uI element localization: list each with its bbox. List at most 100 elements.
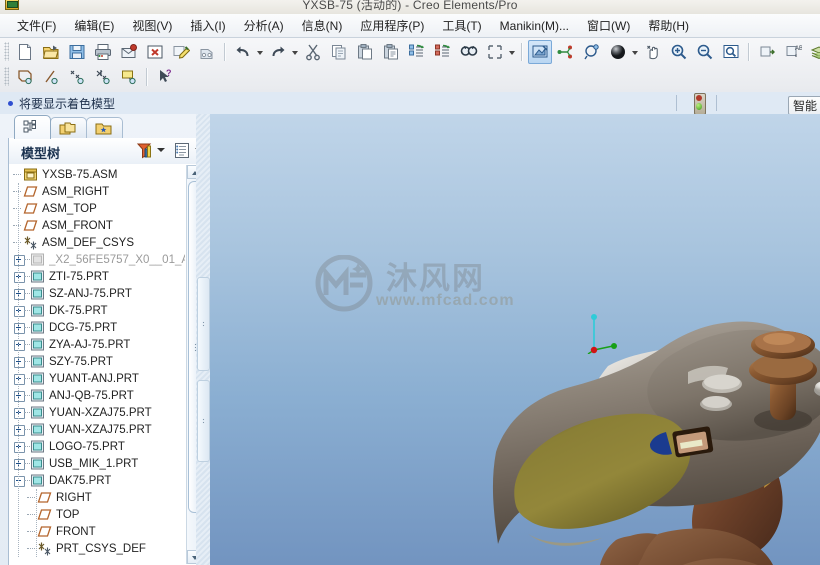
tree-item[interactable]: ASM_DEF_CSYS — [9, 234, 185, 251]
edit-sketch-icon[interactable] — [169, 40, 193, 64]
toolbar-separator — [521, 42, 523, 61]
tree-item-label: ASM_TOP — [42, 202, 97, 215]
datum-plane-icon[interactable] — [755, 40, 779, 64]
menu-manikin[interactable]: Manikin(M)... — [491, 17, 578, 35]
color-dropdown[interactable] — [631, 41, 640, 63]
tree-item[interactable]: SZ-ANJ-75.PRT — [9, 285, 185, 302]
coordinate-axes-triad — [580, 310, 620, 355]
regenerate-manual-icon[interactable] — [431, 40, 455, 64]
smart-selection-combo[interactable]: 智能 — [788, 96, 820, 115]
tree-filters-dropdown-icon[interactable] — [157, 148, 166, 154]
paste-special-icon[interactable] — [379, 40, 403, 64]
datum-plane-display-icon[interactable] — [13, 65, 37, 89]
zoom-in-icon[interactable] — [667, 40, 691, 64]
new-icon[interactable] — [13, 40, 37, 64]
open-icon[interactable] — [39, 40, 63, 64]
datum-annotate-icon[interactable]: AB — [781, 40, 805, 64]
datum-point-display-icon[interactable] — [65, 65, 89, 89]
undo-dropdown[interactable] — [256, 41, 265, 63]
menu-info[interactable]: 信息(N) — [293, 15, 352, 36]
menu-bar: 文件(F) 编辑(E) 视图(V) 插入(I) 分析(A) 信息(N) 应用程序… — [0, 14, 820, 38]
tab-folder-browser[interactable] — [50, 117, 87, 139]
select-box-icon[interactable] — [483, 40, 507, 64]
model-tree-list[interactable]: YXSB-75.ASM ASM_RIGHT ASM_TOP ASM_FRONT ASM_… — [8, 164, 204, 565]
color-sphere-icon[interactable] — [606, 40, 630, 64]
tree-item[interactable]: ASM_FRONT — [9, 217, 185, 234]
print-icon[interactable] — [91, 40, 115, 64]
menu-help[interactable]: 帮助(H) — [639, 15, 698, 36]
datum-csys-display-icon[interactable] — [91, 65, 115, 89]
select-dropdown[interactable] — [508, 41, 517, 63]
navigator-panel: 模型树 YXSB-75.ASM ASM_RIGHT ASM_TOP ASM_FRONT… — [0, 114, 210, 565]
tree-item[interactable]: DAK75.PRT — [9, 472, 185, 489]
refit-icon[interactable] — [719, 40, 743, 64]
tree-item[interactable]: _X2_56FE5757_X0__01_A.P — [9, 251, 185, 268]
tree-item[interactable]: YUANT-ANJ.PRT — [9, 370, 185, 387]
tree-item-label: YUANT-ANJ.PRT — [49, 372, 139, 385]
tree-item-label: USB_MIK_1.PRT — [49, 457, 139, 470]
datum-axis-display-icon[interactable] — [39, 65, 63, 89]
menu-applications[interactable]: 应用程序(P) — [351, 15, 433, 36]
toolbar-area: AB ? — [0, 38, 820, 93]
tab-model-tree[interactable] — [14, 115, 51, 139]
menu-edit[interactable]: 编辑(E) — [65, 15, 123, 36]
redo-dropdown[interactable] — [291, 41, 300, 63]
tree-item[interactable]: YUAN-XZAJ75.PRT — [9, 421, 185, 438]
tree-item[interactable]: ASM_TOP — [9, 200, 185, 217]
toolbar-row-datum: ? — [0, 64, 820, 89]
tree-item[interactable]: USB_MIK_1.PRT — [9, 455, 185, 472]
layers-icon[interactable] — [807, 40, 820, 64]
tree-item[interactable]: YXSB-75.ASM — [9, 166, 185, 183]
menu-file[interactable]: 文件(F) — [8, 15, 65, 36]
redo-icon[interactable] — [266, 40, 290, 64]
panel-splitter-grip[interactable] — [197, 380, 210, 462]
toolbar-grip[interactable] — [4, 67, 9, 86]
menu-tools[interactable]: 工具(T) — [433, 15, 490, 36]
menu-analysis[interactable]: 分析(A) — [235, 15, 293, 36]
toolbar-grip[interactable] — [4, 42, 9, 61]
traffic-light-icon[interactable] — [692, 93, 706, 115]
cut-icon[interactable] — [301, 40, 325, 64]
tree-item[interactable]: ZYA-AJ-75.PRT — [9, 336, 185, 353]
menu-view[interactable]: 视图(V) — [123, 15, 181, 36]
3d-graphics-window[interactable]: 沐风网 www.mfcad.com — [210, 114, 820, 565]
regenerate-icon[interactable] — [405, 40, 429, 64]
model-tree-icon — [23, 120, 40, 134]
tree-filters-icon[interactable] — [135, 142, 153, 159]
pan-hand-icon[interactable] — [641, 40, 665, 64]
panel-splitter-grip[interactable] — [197, 277, 210, 371]
tab-favorites[interactable] — [86, 117, 123, 139]
tree-item[interactable]: SZY-75.PRT — [9, 353, 185, 370]
tree-item[interactable]: ANJ-QB-75.PRT — [9, 387, 185, 404]
send-mail-icon[interactable] — [117, 40, 141, 64]
spin-center-icon[interactable] — [580, 40, 604, 64]
paste-icon[interactable] — [353, 40, 377, 64]
save-icon[interactable] — [65, 40, 89, 64]
tree-item[interactable]: LOGO-75.PRT — [9, 438, 185, 455]
find-icon[interactable] — [457, 40, 481, 64]
menu-window[interactable]: 窗口(W) — [578, 15, 639, 36]
svg-text:?: ? — [166, 68, 172, 78]
copy-icon[interactable] — [327, 40, 351, 64]
tree-item[interactable]: ASM_RIGHT — [9, 183, 185, 200]
undo-icon[interactable] — [231, 40, 255, 64]
tree-item[interactable]: DK-75.PRT — [9, 302, 185, 319]
part-icon — [30, 405, 46, 420]
appearance-gallery-icon[interactable] — [554, 40, 578, 64]
render-window-icon[interactable] — [528, 39, 552, 64]
part-icon — [30, 371, 46, 386]
tree-item[interactable]: YUAN-XZAJ75.PRT — [9, 404, 185, 421]
tree-item-label: RIGHT — [56, 491, 92, 504]
tree-item-label: SZ-ANJ-75.PRT — [49, 287, 132, 300]
menu-insert[interactable]: 插入(I) — [181, 15, 234, 36]
navigator-tabs — [0, 114, 210, 139]
zoom-out-icon[interactable] — [693, 40, 717, 64]
tree-item[interactable]: ZTI-75.PRT — [9, 268, 185, 285]
model-player-icon[interactable] — [195, 40, 219, 64]
help-context-icon[interactable]: ? — [153, 65, 177, 89]
model-tree-header: 模型树 — [8, 138, 204, 165]
annotation-display-icon[interactable] — [117, 65, 141, 89]
tree-item[interactable]: DCG-75.PRT — [9, 319, 185, 336]
close-window-icon[interactable] — [143, 40, 167, 64]
tree-columns-icon[interactable] — [173, 142, 191, 159]
